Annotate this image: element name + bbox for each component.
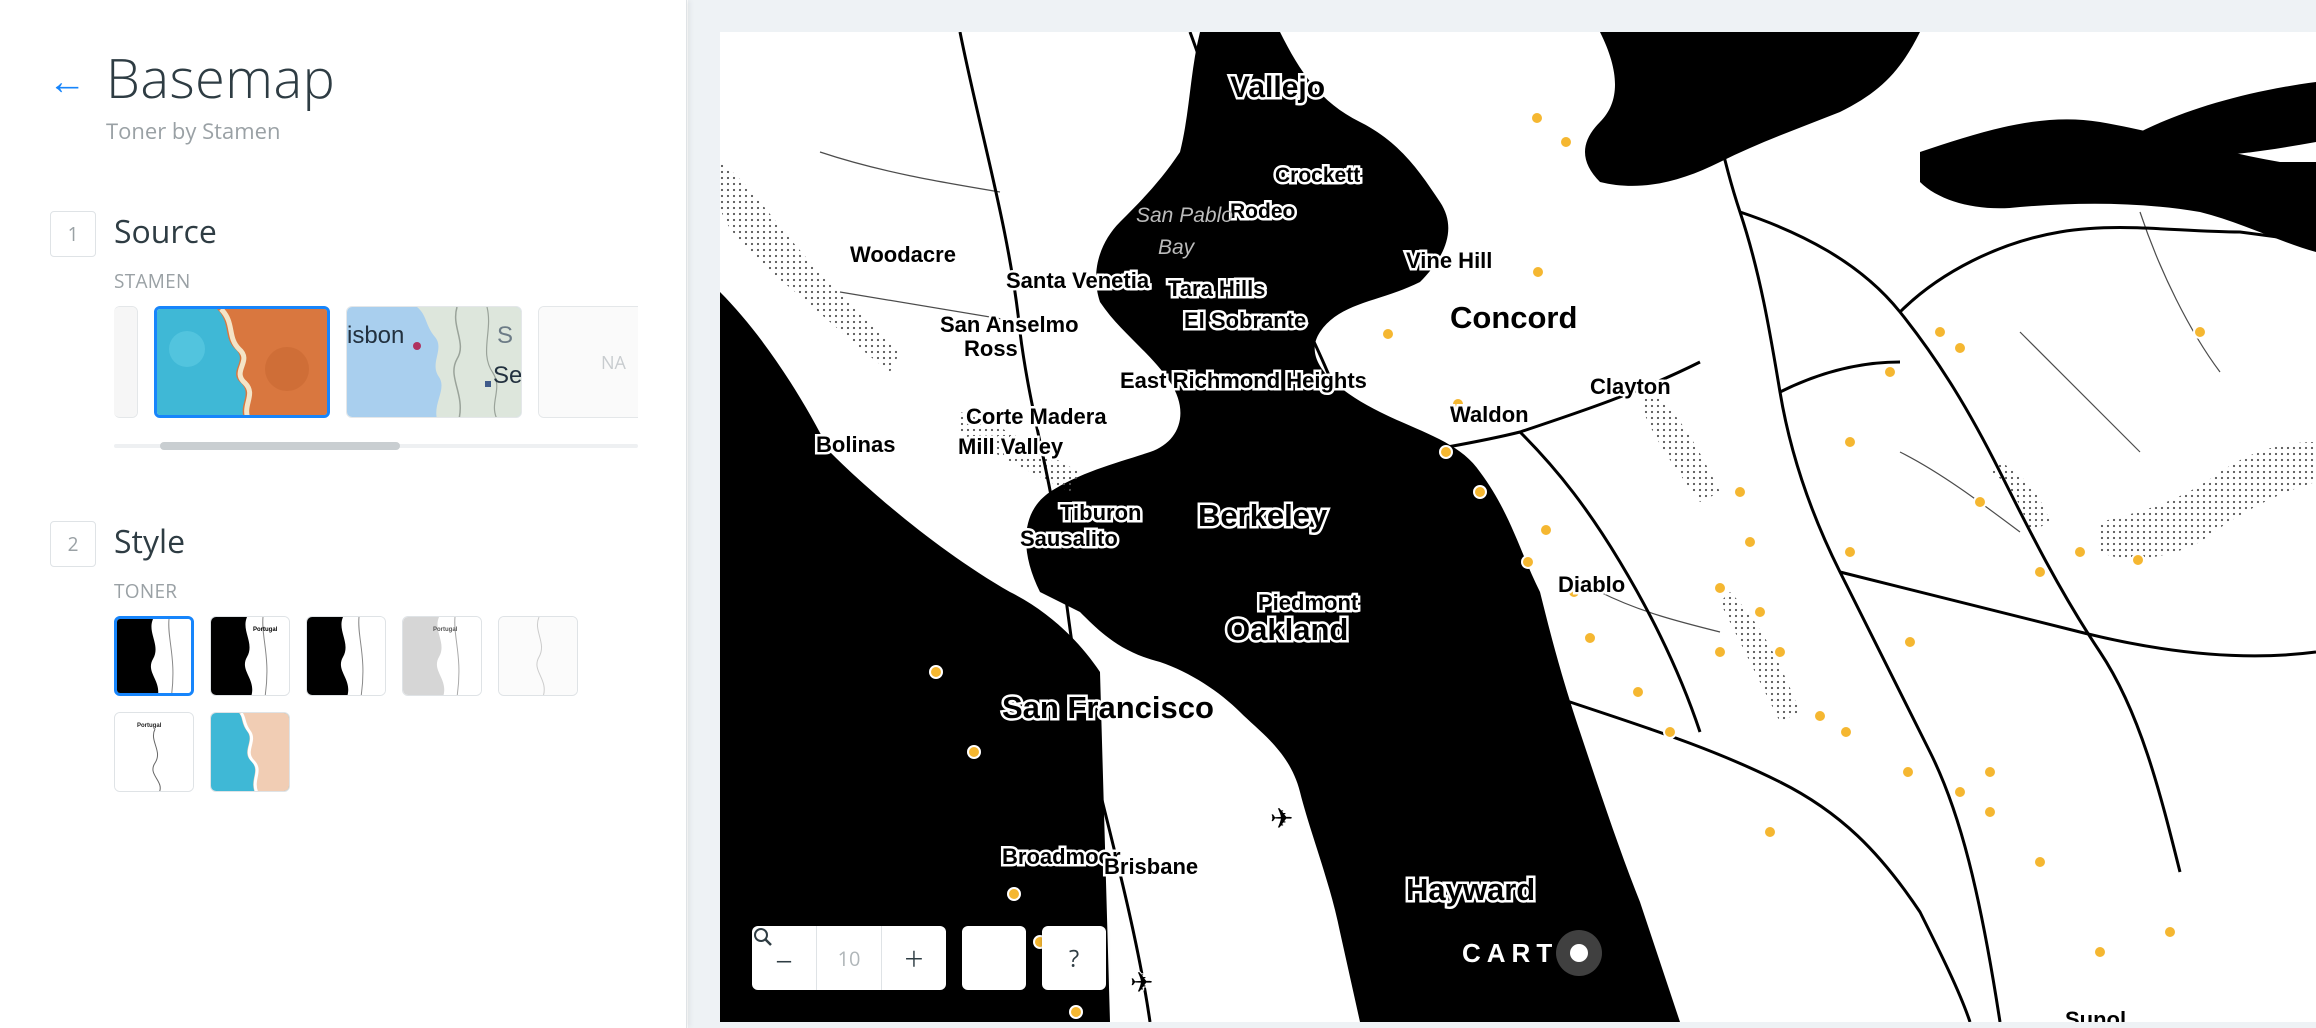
- label-clayton: Clayton: [1590, 374, 1671, 399]
- airport-sfo-icon: ✈: [1130, 963, 1153, 1001]
- source-thumbnail-carousel[interactable]: isbon S Se NA: [114, 304, 638, 428]
- carousel-scrollbar[interactable]: [114, 442, 638, 450]
- terrain-label-s: S: [497, 322, 513, 349]
- source-thumbnail-blank[interactable]: NA: [538, 306, 638, 418]
- label-crockett: Crockett: [1275, 164, 1360, 187]
- label-santa-venetia: Santa Venetia: [1006, 268, 1150, 293]
- label-sunol: Sunol: [2065, 1007, 2126, 1022]
- style-step-number: 2: [50, 521, 96, 567]
- style-option-toner-lines[interactable]: [306, 616, 386, 696]
- style-option-toner-hybrid[interactable]: Portugal: [402, 616, 482, 696]
- label-east-richmond-heights: East Richmond Heights: [1120, 368, 1367, 393]
- style-option-toner-background[interactable]: Portugal: [210, 616, 290, 696]
- search-icon: [754, 928, 772, 946]
- blank-thumb-label: NA: [601, 351, 626, 375]
- back-arrow-icon[interactable]: ←: [48, 61, 86, 99]
- map-canvas[interactable]: Vallejo Crockett Rodeo San Pablo Bay Tar…: [720, 32, 2316, 1022]
- label-woodacre: Woodacre: [850, 242, 956, 267]
- help-button[interactable]: ?: [1042, 926, 1106, 990]
- page-title: Basemap: [106, 40, 336, 114]
- page-subtitle: Toner by Stamen: [106, 116, 281, 146]
- label-vine-hill: Vine Hill: [1406, 248, 1492, 273]
- zoom-in-button[interactable]: +: [882, 926, 946, 990]
- label-bolinas: Bolinas: [816, 432, 895, 457]
- source-provider-label: STAMEN: [114, 268, 191, 294]
- map-controls: – 10 + ?: [752, 926, 1106, 990]
- style-thumb-caption: Portugal: [137, 723, 162, 729]
- minus-icon: –: [775, 935, 793, 981]
- label-rodeo: Rodeo: [1230, 200, 1295, 223]
- label-tara-hills: Tara Hills: [1168, 276, 1265, 301]
- source-thumbnail-partial[interactable]: [114, 306, 138, 418]
- label-concord: Concord: [1450, 300, 1577, 335]
- carousel-scroll-thumb[interactable]: [160, 442, 400, 450]
- label-bay: Bay: [1158, 236, 1196, 259]
- zoom-control: – 10 +: [752, 926, 946, 990]
- airport-oakland-icon: ✈: [1270, 799, 1293, 837]
- label-waldon: Waldon: [1450, 402, 1529, 427]
- style-provider-label: TONER: [114, 578, 178, 604]
- label-hayward: Hayward: [1406, 872, 1535, 907]
- label-vallejo: Vallejo: [1230, 71, 1325, 104]
- plus-icon: +: [904, 935, 924, 981]
- source-heading: Source: [114, 210, 217, 253]
- search-button[interactable]: [754, 926, 1026, 990]
- style-option-watercolor[interactable]: [210, 712, 290, 792]
- source-step-number: 1: [50, 211, 96, 257]
- terrain-label-lisbon: isbon: [347, 322, 404, 349]
- style-option-toner-labels[interactable]: [498, 616, 578, 696]
- terrain-label-se: Se: [493, 362, 522, 389]
- style-option-toner-lite[interactable]: Portugal: [114, 712, 194, 792]
- label-san-anselmo: San Anselmo: [940, 312, 1079, 337]
- label-tiburon: Tiburon: [1060, 500, 1141, 525]
- label-el-sobrante: El Sobrante: [1184, 308, 1306, 333]
- label-sausalito: Sausalito: [1020, 526, 1118, 551]
- style-thumb-caption: Portugal: [433, 627, 458, 633]
- carto-logo-text: CART: [1462, 937, 1559, 968]
- watercolor-preview: [157, 309, 327, 415]
- style-thumb-caption: Portugal: [253, 627, 278, 633]
- label-berkeley: Berkeley: [1198, 498, 1328, 533]
- label-mill-valley: Mill Valley: [958, 434, 1064, 459]
- label-corte-madera: Corte Madera: [966, 404, 1107, 429]
- label-diablo: Diablo: [1558, 572, 1625, 597]
- terrain-preview: isbon S Se: [347, 307, 522, 417]
- map-container: Vallejo Crockett Rodeo San Pablo Bay Tar…: [688, 0, 2316, 1028]
- basemap-panel: ← Basemap Toner by Stamen 1 Source STAME…: [0, 0, 687, 1028]
- basemap-toner-render[interactable]: Vallejo Crockett Rodeo San Pablo Bay Tar…: [720, 32, 2316, 1022]
- label-san-pablo: San Pablo: [1136, 204, 1233, 227]
- style-option-toner[interactable]: [114, 616, 194, 696]
- label-brisbane: Brisbane: [1104, 854, 1198, 879]
- carto-logo: CART: [1462, 930, 1603, 976]
- source-thumbnail-watercolor[interactable]: [154, 306, 330, 418]
- style-heading: Style: [114, 520, 186, 563]
- label-san-francisco: San Francisco: [1002, 690, 1214, 725]
- carto-logo-mark-icon: [1556, 930, 1603, 976]
- source-thumbnail-terrain[interactable]: isbon S Se: [346, 306, 522, 418]
- zoom-level: 10: [816, 926, 882, 990]
- label-ross: Ross: [964, 336, 1018, 361]
- label-oakland: Oakland: [1226, 612, 1348, 647]
